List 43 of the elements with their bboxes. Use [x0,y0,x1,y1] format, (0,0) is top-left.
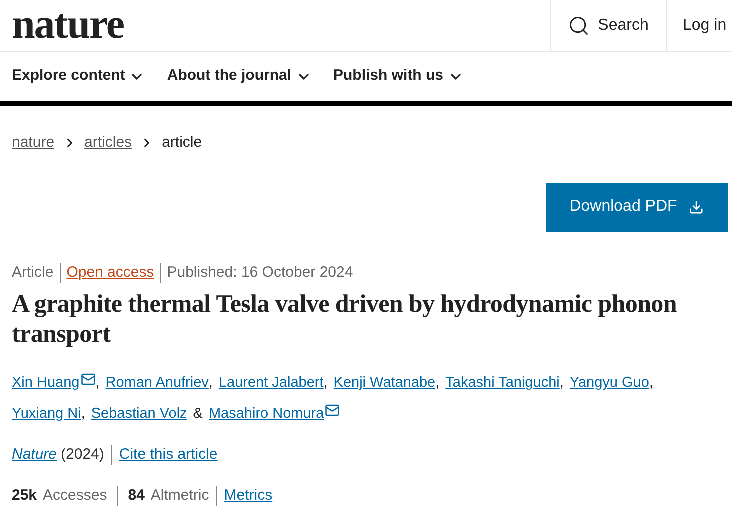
search-button[interactable]: Search [550,0,666,51]
author-link[interactable]: Laurent Jalabert [218,368,324,399]
metric-value: 25k [12,486,38,506]
mail-icon[interactable] [80,372,96,387]
metric-value: 84 [128,486,145,506]
author-link[interactable]: Takashi Taniguchi [446,368,560,399]
separator: , [81,405,86,424]
mail-icon[interactable] [325,403,340,418]
logo[interactable]: nature [0,0,550,51]
separator: , [324,374,328,393]
metric-label: Altmetric [150,486,210,506]
separator: & [193,405,203,424]
breadcrumb[interactable]: articles [84,132,132,154]
open-access-link[interactable]: Open access [66,262,154,284]
nav-menu[interactable]: Explore content [12,65,146,88]
article-meta: Article [12,262,54,282]
article-meta: Published: 16 October 2024 [167,262,354,282]
author-link[interactable]: Kenji Watanabe [334,368,436,399]
breadcrumb[interactable]: nature [12,132,55,154]
separator: , [649,374,654,393]
login-link[interactable]: Log in [666,0,732,51]
author-link[interactable]: Roman Anufriev [106,368,209,399]
search-icon [568,14,590,36]
journal-link[interactable]: Nature [12,444,58,466]
nav-menu[interactable]: About the journal [167,65,312,88]
separator: , [96,374,100,393]
download-pdf-button[interactable]: Download PDF [546,182,728,232]
download-icon [689,200,704,214]
separator: , [560,374,564,393]
breadcrumb: article [162,133,202,153]
author-link[interactable]: Yuxiang Ni [12,399,82,430]
year: (2024) [61,445,104,465]
metric-label: Accesses [43,486,108,506]
separator: , [436,374,440,393]
separator: , [208,374,213,393]
author-link[interactable]: Masahiro Nomura [208,399,324,430]
nav-menu[interactable]: Publish with us [334,65,464,88]
metrics-link[interactable]: Metrics [224,484,273,507]
article-title: A graphite thermal Tesla valve driven by hydrodynamic phonon transport [12,290,678,350]
cite-link[interactable]: Cite this article [119,444,218,466]
author-link[interactable]: Yangyu Guo [570,368,650,399]
author-link[interactable]: Xin Huang [12,368,80,399]
author-link[interactable]: Sebastian Volz [91,399,188,430]
